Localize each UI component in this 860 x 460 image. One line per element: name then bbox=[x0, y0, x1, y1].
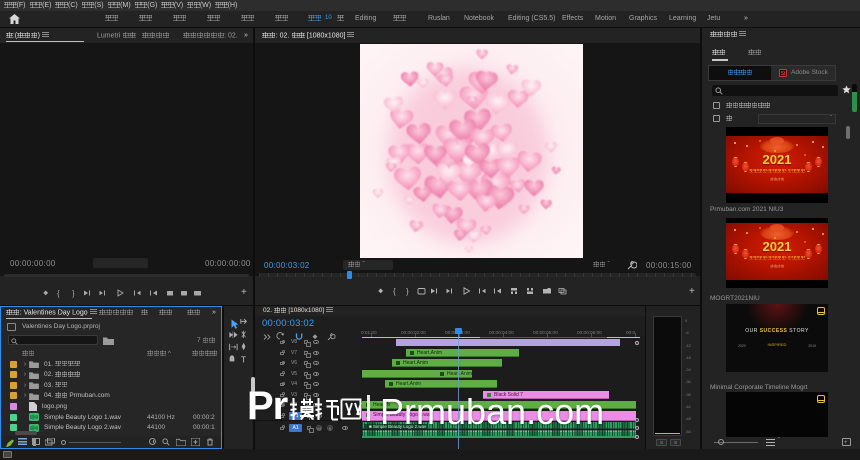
svg-text:T: T bbox=[241, 354, 246, 364]
svg-text:{: { bbox=[57, 289, 60, 298]
svg-text:}: } bbox=[406, 287, 409, 296]
svg-text:{: { bbox=[393, 287, 396, 296]
svg-text:}: } bbox=[72, 289, 75, 298]
